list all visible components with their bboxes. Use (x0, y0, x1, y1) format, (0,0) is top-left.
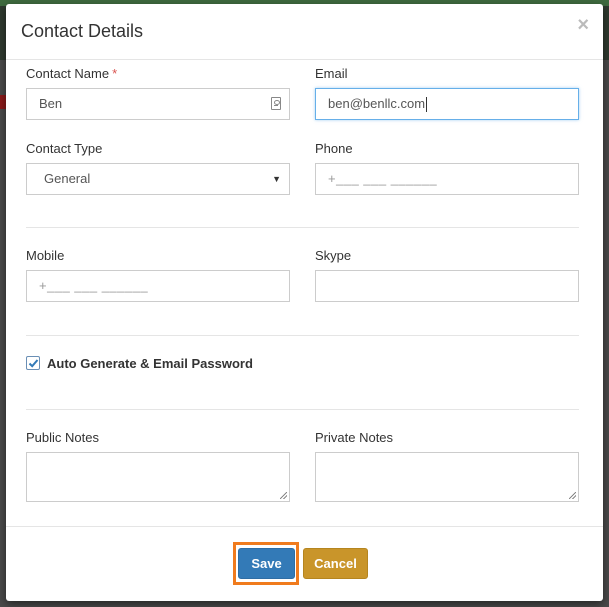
mobile-input[interactable]: +___ ___ ______ (26, 270, 290, 302)
contact-card-icon (271, 97, 281, 110)
auto-generate-label[interactable]: Auto Generate & Email Password (47, 356, 253, 371)
contact-type-label: Contact Type (26, 141, 103, 156)
contact-name-label: Contact Name * (26, 66, 117, 81)
skype-input[interactable] (315, 270, 579, 302)
mobile-label: Mobile (26, 248, 65, 263)
contact-type-select[interactable]: General ▼ (26, 163, 290, 195)
checkmark-icon (28, 359, 39, 368)
public-notes-label: Public Notes (26, 430, 99, 445)
phone-label: Phone (315, 141, 353, 156)
phone-input[interactable]: +___ ___ ______ (315, 163, 579, 195)
private-notes-label: Private Notes (315, 430, 394, 445)
caret-down-icon: ▼ (272, 174, 281, 184)
contact-details-modal: Contact Details × Contact Name * Ben Emai… (6, 4, 603, 601)
contact-type-selected: General (44, 171, 91, 186)
resize-grip-icon[interactable] (280, 492, 287, 499)
divider (26, 409, 579, 410)
contact-name-value: Ben (39, 96, 63, 111)
divider (26, 227, 579, 228)
cancel-button[interactable]: Cancel (303, 548, 368, 579)
modal-header: Contact Details × (6, 4, 603, 60)
email-label: Email (315, 66, 348, 81)
divider (26, 335, 579, 336)
close-icon[interactable]: × (577, 15, 589, 35)
private-notes-textarea[interactable] (315, 452, 579, 502)
resize-grip-icon[interactable] (569, 492, 576, 499)
contact-name-input[interactable]: Ben (26, 88, 290, 120)
modal-title: Contact Details (21, 21, 144, 41)
contact-name-label-text: Contact Name (26, 66, 110, 81)
mobile-placeholder: +___ ___ ______ (39, 278, 149, 293)
email-input[interactable]: ben@benllc.com (315, 88, 579, 120)
email-value: ben@benllc.com (328, 96, 426, 111)
phone-placeholder: +___ ___ ______ (328, 171, 438, 186)
skype-label: Skype (315, 248, 352, 263)
public-notes-textarea[interactable] (26, 452, 290, 502)
text-caret (426, 97, 428, 113)
required-mark: * (112, 66, 118, 81)
auto-generate-checkbox[interactable] (26, 356, 40, 370)
save-button[interactable]: Save (238, 548, 295, 579)
